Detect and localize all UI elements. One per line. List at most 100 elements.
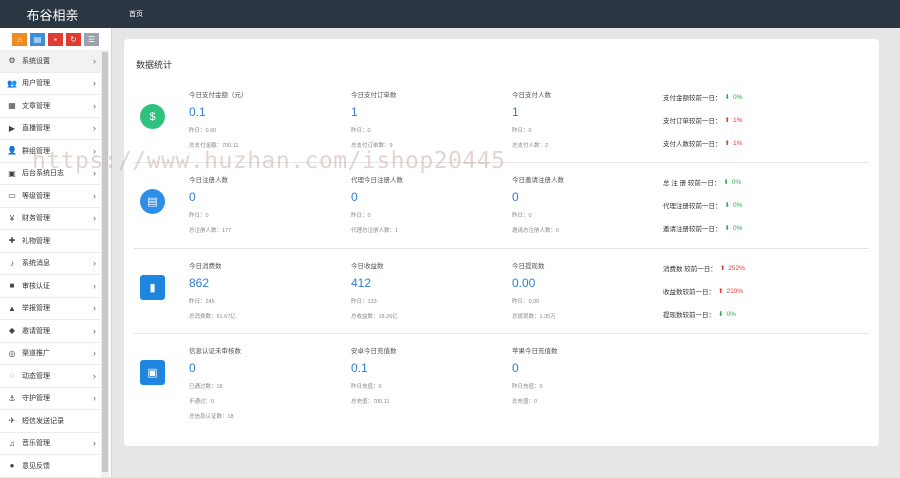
chevron-right-icon: › [93, 168, 96, 179]
yen-icon: ¥ [9, 213, 15, 223]
sidebar-item-label: 财务管理 [22, 215, 50, 223]
sidebar-item[interactable]: ⚙ 系统设置 › [0, 50, 102, 73]
sidebar-scrollbar[interactable] [101, 50, 109, 477]
stats-row: ▤ 今日注册人数 0 昨日：0 总注册人数：177 代理今日注册人数 0 昨日：0 代理总注册人… [134, 174, 869, 254]
stat-sub: 昨日：0 [512, 128, 532, 134]
home-button[interactable]: ⌂ [12, 32, 27, 46]
stat-sub: 代理总注册人数：1 [351, 228, 399, 234]
stat-value: 1 [351, 105, 358, 119]
nav-home-link[interactable]: 首页 [129, 9, 143, 19]
trash-icon: ▪ [54, 34, 57, 44]
sidebar-item[interactable]: ◎ 渠道推广 › [0, 343, 102, 365]
sidebar-item-label: 群组管理 [22, 147, 50, 155]
sidebar-item[interactable]: ◆ 邀请管理 › [0, 320, 102, 343]
brand-logo[interactable]: 布谷相亲 [0, 5, 105, 24]
compare-percent: 1% [732, 139, 743, 147]
sidebar-item-label: 后台系统日志 [22, 170, 64, 178]
sidebar-item[interactable]: ▦ 文章管理 › [0, 95, 102, 118]
sidebar-item[interactable]: ✈ 短信发送记录 [0, 410, 102, 433]
refresh-button[interactable]: ↻ [66, 32, 81, 46]
chevron-right-icon: › [93, 123, 96, 134]
compare-label: 支付人数较前一日： [663, 141, 722, 148]
arrow-down-icon: ⬇ [724, 225, 730, 232]
arrow-up-icon: ⬆ [718, 288, 724, 295]
stat-sub: 总收益数：18.26亿 [351, 314, 398, 320]
compare-percent: 210% [726, 287, 744, 295]
stat-value: 0 [512, 361, 519, 375]
sidebar-item-label: 守护管理 [22, 395, 50, 403]
chevron-right-icon: › [93, 213, 96, 224]
stat-sub: 昨日：0 [189, 213, 209, 219]
trash-button[interactable]: ▪ [48, 32, 63, 46]
stat-sub: 昨日：245 [189, 299, 215, 305]
sidebar-item[interactable]: ♪ 系统消息 › [0, 253, 102, 275]
sidebar-item[interactable]: ■ 审核认证 › [0, 275, 102, 298]
stat-heading: 今日注册人数 [189, 177, 228, 184]
file-button[interactable]: ▤ [30, 32, 45, 46]
chevron-right-icon: › [93, 100, 96, 111]
sidebar-item[interactable]: 👥 用户管理 › [0, 73, 102, 95]
compare-line: 提现数较前一日： ⬇ 0% [663, 309, 736, 320]
sidebar-item[interactable]: ⚓ 守护管理 › [0, 388, 102, 410]
stats-row: ▣ 信息认证未审核数 0 已通过数：18 不通过：0 总信息认证数：18 安卓今日充值数 0.… [134, 345, 869, 425]
stat-sub: 昨日：133 [351, 299, 377, 305]
arrow-down-icon: ⬇ [718, 311, 724, 318]
sidebar-menu: ⚙ 系统设置 › 👥 用户管理 › ▦ 文章管理 › ▶ 直播管理 › 👤 群组管理 › ▣ 后台系统日志 › ▭ 等… [0, 50, 102, 478]
sidebar-item[interactable]: ♫ 音乐管理 › [0, 433, 102, 455]
chevron-right-icon: › [93, 190, 96, 201]
stat-sub: 昨日：0 [512, 213, 532, 219]
plane-icon: ✈ [8, 416, 16, 426]
compare-line: 收益数较前一日： ⬆ 210% [663, 286, 744, 297]
sidebar-item[interactable]: 👤 群组管理 › [0, 140, 102, 163]
stat-block: 苹果今日充值数 0 昨日充值：0 总充值：0 [512, 345, 558, 405]
stat-value: 862 [189, 276, 210, 290]
stat-value: 1 [512, 105, 519, 119]
stat-heading: 今日消费数 [189, 263, 222, 270]
arrow-down-icon: ⬇ [724, 202, 730, 209]
arrow-down-icon: ⬇ [723, 179, 729, 186]
compare-label: 支付订单较前一日： [663, 118, 722, 125]
scrollbar-thumb[interactable] [102, 52, 108, 472]
compare-label: 邀请注册较前一日： [663, 226, 722, 233]
stat-value: 0 [351, 190, 358, 204]
home-icon: ⌂ [17, 34, 22, 44]
stat-block: 代理今日注册人数 0 昨日：0 代理总注册人数：1 [351, 174, 403, 234]
sidebar-item[interactable]: ✚ 礼物管理 [0, 230, 102, 253]
chevron-right-icon: › [93, 438, 96, 449]
stat-heading: 苹果今日充值数 [512, 348, 558, 355]
page-title: 数据统计 [136, 60, 173, 70]
list-button[interactable]: ☰ [84, 32, 99, 46]
sidebar-item[interactable]: ◌ 动态管理 › [0, 365, 102, 388]
stat-heading: 今日邀请注册人数 [512, 177, 564, 184]
gears-icon: ⚙ [8, 56, 16, 66]
monitor-icon: ▭ [8, 191, 16, 201]
compare-percent: 0% [732, 224, 743, 232]
sidebar-item[interactable]: ¥ 财务管理 › [0, 208, 102, 230]
stat-heading: 代理今日注册人数 [351, 177, 403, 184]
sidebar-item[interactable]: ▲ 举报管理 › [0, 298, 102, 320]
sidebar-toolbar: ⌂ ▤ ▪ ↻ ☰ [0, 28, 111, 50]
gift-icon: ✚ [8, 236, 16, 246]
board-icon: ▣ [140, 360, 165, 385]
stat-sub: 昨日：0.00 [512, 299, 540, 305]
sidebar-item[interactable]: ▶ 直播管理 › [0, 118, 102, 140]
compare-line: 支付人数较前一日： ⬆ 1% [663, 138, 743, 149]
sidebar-item-label: 短信发送记录 [22, 417, 64, 425]
music-icon: ♫ [9, 438, 15, 448]
stat-sub: 已通过数：18 [189, 384, 223, 390]
compare-percent: 0% [731, 178, 742, 186]
sidebar-item[interactable]: ● 意见反馈 [0, 455, 102, 478]
video-icon: ▶ [8, 123, 16, 133]
stat-block: 今日支付人数 1 昨日：0 总支付人数：2 [512, 89, 551, 149]
stat-block: 今日收益数 412 昨日：133 总收益数：18.26亿 [351, 260, 398, 320]
compare-percent: 0% [726, 310, 736, 318]
sidebar-item[interactable]: ▣ 后台系统日志 › [0, 163, 102, 185]
stat-sub: 邀请总注册人数：6 [512, 228, 560, 234]
stat-heading: 信息认证未审核数 [189, 348, 241, 355]
sidebar-item-label: 邀请管理 [22, 327, 50, 335]
chevron-right-icon: › [93, 280, 96, 291]
stat-sub: 总信息认证数：18 [189, 414, 234, 420]
sidebar-item[interactable]: ▭ 等级管理 › [0, 185, 102, 208]
stat-heading: 今日支付人数 [512, 92, 551, 99]
stats-row: ▮ 今日消费数 862 昨日：245 总消费数：61.67亿 今日收益数 412 昨日：133… [134, 260, 869, 340]
